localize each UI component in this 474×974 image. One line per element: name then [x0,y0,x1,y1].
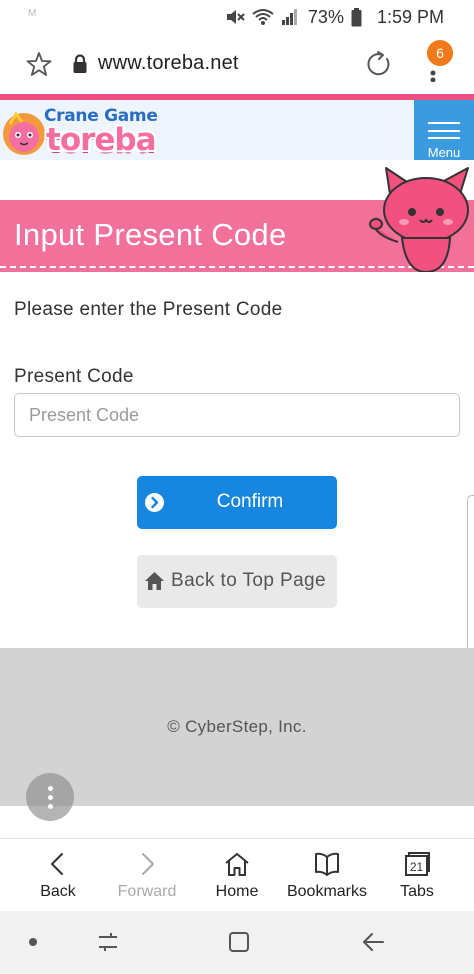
page-title: Input Present Code [14,217,287,252]
toolbar-home-label: Home [215,883,259,900]
android-nav-bar [0,911,474,974]
back-to-top-button[interactable]: Back to Top Page [137,555,337,608]
instruction-text: Please enter the Present Code [14,299,283,320]
status-icons: 73% 1:59 PM [225,7,444,28]
home-icon [225,853,249,876]
wifi-icon [252,9,274,25]
status-time: 1:59 PM [376,6,444,27]
logo-toreba-text: toreba [46,122,157,158]
toolbar-back[interactable]: Back [18,839,98,912]
toolbar-bookmarks-label: Bookmarks [286,883,368,900]
floating-more-button[interactable] [26,773,74,821]
toreba-logo[interactable]: Crane Game toreba [2,102,162,160]
chevron-right-icon [142,853,154,875]
battery-percent: 73% [307,6,344,27]
toolbar-forward[interactable]: Forward [107,839,187,912]
browser-bottom-toolbar: Back Forward Home Bookmarks 21 Tabs [0,838,474,911]
toolbar-bookmarks[interactable]: Bookmarks [281,839,373,912]
status-bar: M 73% 1:59 PM [0,0,474,34]
chevron-left-icon [51,853,63,875]
reload-icon[interactable] [365,50,393,78]
toolbar-home[interactable]: Home [197,839,277,912]
signal-icon [281,9,297,25]
back-to-top-label: Back to Top Page [171,570,326,591]
confirm-button[interactable]: Confirm [137,476,337,529]
cat-mascot-icon [369,167,469,272]
status-app-indicator: M [28,8,37,19]
battery-icon [351,7,362,26]
lock-icon [73,54,87,73]
url-text[interactable]: www.toreba.net [98,52,239,75]
home-icon [145,572,164,590]
bookmark-star-icon[interactable] [26,51,52,77]
nav-home-icon[interactable] [228,931,250,953]
present-code-input[interactable] [14,393,460,437]
toolbar-tabs[interactable]: 21 Tabs [382,839,452,912]
bookmarks-icon [315,852,339,876]
site-header: Crane Game toreba Menu [0,100,474,160]
toolbar-forward-label: Forward [117,883,177,900]
confirm-label: Confirm [216,491,284,512]
menu-label: Menu [427,145,461,160]
toolbar-back-label: Back [40,883,76,900]
notification-badge: 6 [427,40,453,66]
present-code-label: Present Code [14,366,134,387]
site-footer: © CyberStep, Inc. [0,648,474,806]
browser-url-bar: www.toreba.net [0,34,474,94]
mute-icon [226,10,245,24]
nav-back-icon[interactable] [360,929,386,955]
recents-icon[interactable] [95,929,121,955]
tabs-count: 21 [410,860,424,874]
hamburger-icon [428,122,460,139]
nav-dot-icon[interactable] [29,938,37,946]
copyright-text: © CyberStep, Inc. [167,717,307,736]
menu-button[interactable]: Menu [414,100,474,160]
toolbar-tabs-label: Tabs [400,883,434,900]
tabs-icon: 21 [405,852,430,876]
logo-mascot-icon [3,111,45,155]
